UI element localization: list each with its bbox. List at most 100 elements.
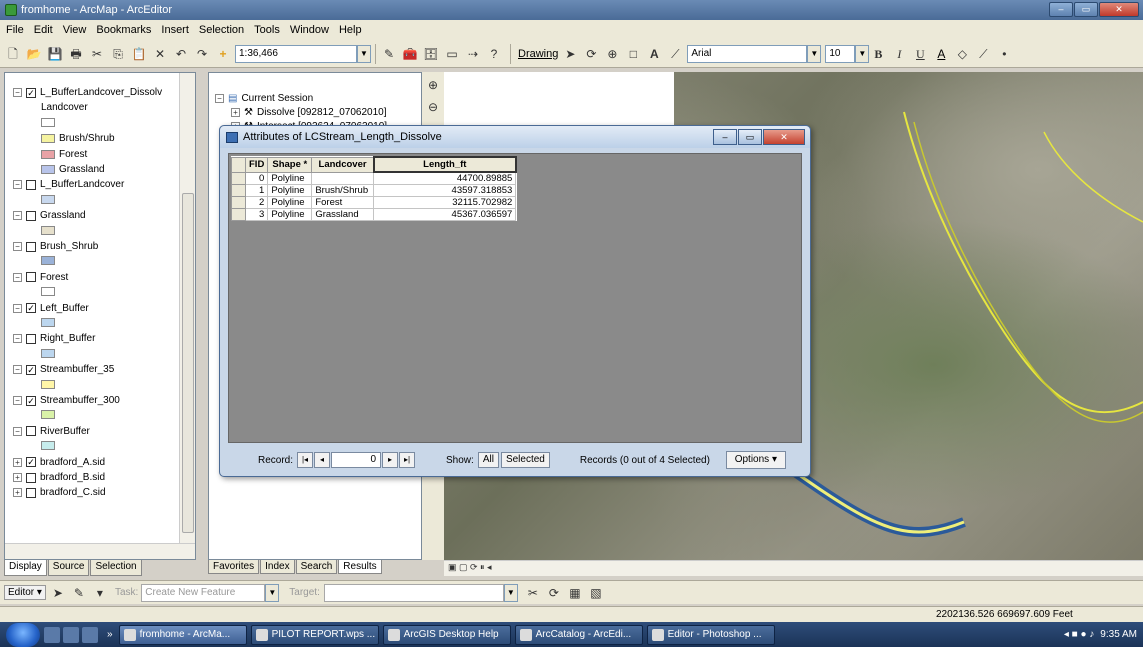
dialog-maximize-button[interactable]: ▭ <box>738 129 762 145</box>
collapse-icon[interactable]: − <box>13 365 22 375</box>
row-selector[interactable] <box>231 184 246 197</box>
add-data-icon[interactable]: + <box>214 45 232 63</box>
toc-layer-row[interactable]: − ✓ Streambuffer_35 <box>13 364 114 375</box>
dialog-minimize-button[interactable]: – <box>713 129 737 145</box>
editor-toolbar-icon[interactable]: ✎ <box>380 45 398 63</box>
collapse-icon[interactable]: − <box>13 88 22 97</box>
landcover-cell[interactable]: Grassland <box>311 208 375 221</box>
edit-tool-icon[interactable]: ➤ <box>49 584 67 602</box>
save-icon[interactable]: 💾 <box>46 45 64 63</box>
layer-visibility-checkbox[interactable] <box>26 426 36 437</box>
font-size-input[interactable]: 10 <box>825 44 856 63</box>
collapse-icon[interactable]: − <box>13 272 22 282</box>
start-button[interactable] <box>6 622 40 647</box>
undo-icon[interactable]: ↶ <box>172 45 190 63</box>
layer-visibility-checkbox[interactable]: ✓ <box>26 395 36 406</box>
toc-layer-row[interactable]: + ✓ bradford_A.sid <box>13 457 105 468</box>
layer-visibility-checkbox[interactable] <box>26 272 36 283</box>
current-session-node[interactable]: − ▤ Current Session <box>215 93 313 104</box>
length-ft-cell[interactable]: 43597.318853 <box>373 184 517 197</box>
toc-horizontal-scrollbar[interactable] <box>5 543 195 559</box>
shape-cell[interactable]: Polyline <box>267 196 313 209</box>
marker-color-icon[interactable]: • <box>995 45 1013 63</box>
map-scale-input[interactable]: 1:36,466 <box>235 44 357 63</box>
expand-icon[interactable]: + <box>13 488 22 498</box>
shape-cell[interactable]: Polyline <box>267 171 313 185</box>
tab-search[interactable]: Search <box>295 560 338 574</box>
map-scrollbar[interactable]: ▣ ▢ ⟳ ⏸ ◂ <box>444 560 1143 576</box>
layer-visibility-checkbox[interactable] <box>26 210 36 221</box>
internet-explorer-icon[interactable] <box>82 626 98 643</box>
next-record-icon[interactable]: ▸ <box>382 452 399 468</box>
font-size-dropdown-arrow-icon[interactable]: ▼ <box>855 44 870 63</box>
paste-icon[interactable]: 📋 <box>130 45 148 63</box>
fid-cell[interactable]: 1 <box>244 184 269 197</box>
edit-vertices-icon[interactable]: ⟋ <box>666 45 684 63</box>
tab-index[interactable]: Index <box>260 560 295 574</box>
menu-edit[interactable]: Edit <box>34 24 53 36</box>
taskbar-item-arcmap[interactable]: fromhome - ArcMa... <box>118 624 247 645</box>
font-name-input[interactable]: Arial <box>687 44 808 63</box>
tab-selection[interactable]: Selection <box>90 560 142 576</box>
layer-visibility-checkbox[interactable]: ✓ <box>26 364 36 375</box>
length-ft-cell[interactable]: 45367.036597 <box>373 208 517 221</box>
delete-icon[interactable]: ✕ <box>151 45 169 63</box>
toc-layer-row[interactable]: − RiverBuffer <box>13 426 90 437</box>
show-all-button[interactable]: All <box>477 452 499 468</box>
arccatalog-icon[interactable]: 🗄 <box>422 45 440 63</box>
row-selector[interactable] <box>231 196 246 209</box>
column-header-length-ft[interactable]: Length_ft <box>372 156 517 173</box>
row-selector[interactable] <box>231 171 246 185</box>
switch-windows-icon[interactable] <box>63 626 79 643</box>
collapse-icon[interactable]: − <box>13 242 22 251</box>
column-header-fid[interactable]: FID <box>244 156 269 173</box>
underline-button[interactable]: U <box>911 45 929 63</box>
toc-layer-row[interactable]: − Grassland <box>13 210 86 221</box>
taskbar-item-pilot-report[interactable]: PILOT REPORT.wps ... <box>250 624 379 645</box>
select-elements-icon[interactable]: ➤ <box>561 45 579 63</box>
collapse-icon[interactable]: − <box>13 396 22 405</box>
column-header-shape[interactable]: Shape * <box>267 156 313 173</box>
fid-cell[interactable]: 0 <box>244 171 269 185</box>
split-tool-icon[interactable]: ✂ <box>524 584 542 602</box>
task-dropdown[interactable]: Create New Feature <box>141 583 266 602</box>
target-dropdown-arrow-icon[interactable]: ▼ <box>503 583 518 602</box>
font-dropdown-arrow-icon[interactable]: ▼ <box>807 44 822 63</box>
table-row[interactable]: 1 Polyline Brush/Shrub 43597.318853 <box>231 184 517 197</box>
taskbar-item-photoshop[interactable]: Editor - Photoshop ... <box>646 624 775 645</box>
toc-layer-row[interactable]: − Forest <box>13 272 68 283</box>
show-selected-button[interactable]: Selected <box>500 452 550 468</box>
menu-tools[interactable]: Tools <box>254 24 280 36</box>
menu-view[interactable]: View <box>63 24 87 36</box>
taskbar-item-arcgis-help[interactable]: ArcGIS Desktop Help <box>382 624 511 645</box>
toc-layer-row[interactable]: + bradford_C.sid <box>13 487 106 498</box>
expand-icon[interactable]: + <box>13 473 22 482</box>
copy-icon[interactable]: ⎘ <box>109 45 127 63</box>
zoom-out-icon[interactable]: ⊖ <box>424 98 442 116</box>
table-row[interactable]: 3 Polyline Grassland 45367.036597 <box>231 208 517 221</box>
taskbar-item-arccatalog[interactable]: ArcCatalog - ArcEdi... <box>514 624 643 645</box>
sketch-dropdown-icon[interactable]: ▾ <box>91 584 109 602</box>
first-record-icon[interactable]: |◂ <box>297 452 314 468</box>
rectangle-tool-icon[interactable]: □ <box>624 45 642 63</box>
layer-visibility-checkbox[interactable] <box>26 241 36 252</box>
toc-layer-row[interactable]: − Brush_Shrub <box>13 241 98 252</box>
record-number-input[interactable]: 0 <box>331 452 382 468</box>
arctoolbox-icon[interactable]: 🧰 <box>401 45 419 63</box>
model-builder-icon[interactable]: ⇢ <box>464 45 482 63</box>
quick-launch-more-icon[interactable]: » <box>107 629 113 640</box>
collapse-icon[interactable]: − <box>13 426 22 436</box>
sketch-properties-icon[interactable]: ▧ <box>587 584 605 602</box>
fid-cell[interactable]: 2 <box>244 196 269 209</box>
landcover-cell[interactable]: Forest <box>311 196 375 209</box>
table-row[interactable]: 2 Polyline Forest 32115.702982 <box>231 196 517 209</box>
rotate-tool-icon[interactable]: ⟳ <box>545 584 563 602</box>
zoom-in-icon[interactable]: ⊕ <box>424 76 442 94</box>
layer-visibility-checkbox[interactable]: ✓ <box>26 87 36 98</box>
task-dropdown-arrow-icon[interactable]: ▼ <box>265 583 280 602</box>
attributes-icon[interactable]: ▦ <box>566 584 584 602</box>
tray-icons[interactable]: ◂ ■ ● ♪ <box>1064 629 1094 640</box>
dialog-close-button[interactable]: ✕ <box>763 129 805 145</box>
whats-this-icon[interactable]: ? <box>485 45 503 63</box>
new-document-icon[interactable]: 🗋 <box>4 45 22 63</box>
